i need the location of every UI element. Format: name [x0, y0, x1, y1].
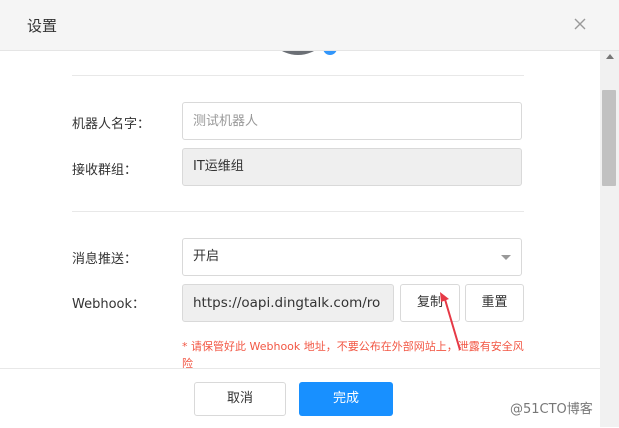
dialog-body: 机器人名字： 接收群组： IT运维组 消息推送： 开启 Webhook： htt…: [0, 51, 600, 368]
push-label: 消息推送：: [72, 252, 138, 267]
robot-name-input[interactable]: [182, 102, 522, 140]
group-field: IT运维组: [182, 148, 522, 186]
divider: [72, 211, 524, 212]
push-select[interactable]: 开启: [182, 238, 522, 276]
annotation-arrow-icon: [436, 290, 466, 364]
divider: [72, 75, 524, 76]
caret-down-icon: [501, 255, 511, 260]
robot-name-label: 机器人名字：: [72, 117, 151, 132]
scroll-up-icon[interactable]: [606, 54, 614, 59]
done-button[interactable]: 完成: [299, 382, 393, 416]
group-label: 接收群组：: [72, 163, 138, 178]
reset-button[interactable]: 重置: [465, 284, 524, 322]
webhook-field[interactable]: https://oapi.dingtalk.com/ro: [182, 284, 394, 322]
dialog-header: 设置: [0, 0, 619, 51]
cancel-button[interactable]: 取消: [194, 382, 286, 416]
close-icon[interactable]: [568, 12, 592, 36]
dialog-title: 设置: [27, 17, 58, 35]
watermark: @51CTO博客: [510, 402, 593, 417]
scrollbar-thumb[interactable]: [602, 90, 616, 186]
avatar-badge-icon: [321, 51, 339, 57]
push-value: 开启: [193, 249, 220, 264]
group-value: IT运维组: [193, 159, 244, 174]
settings-dialog: 设置 机器人名字： 接收群组： IT运维组 消息推送： 开启 Webhook： …: [0, 0, 619, 428]
webhook-label: Webhook：: [72, 297, 146, 312]
security-warning: * 请保管好此 Webhook 地址，不要公布在外部网站上，泄露有安全风险: [182, 340, 524, 368]
webhook-value: https://oapi.dingtalk.com/ro: [193, 295, 381, 311]
